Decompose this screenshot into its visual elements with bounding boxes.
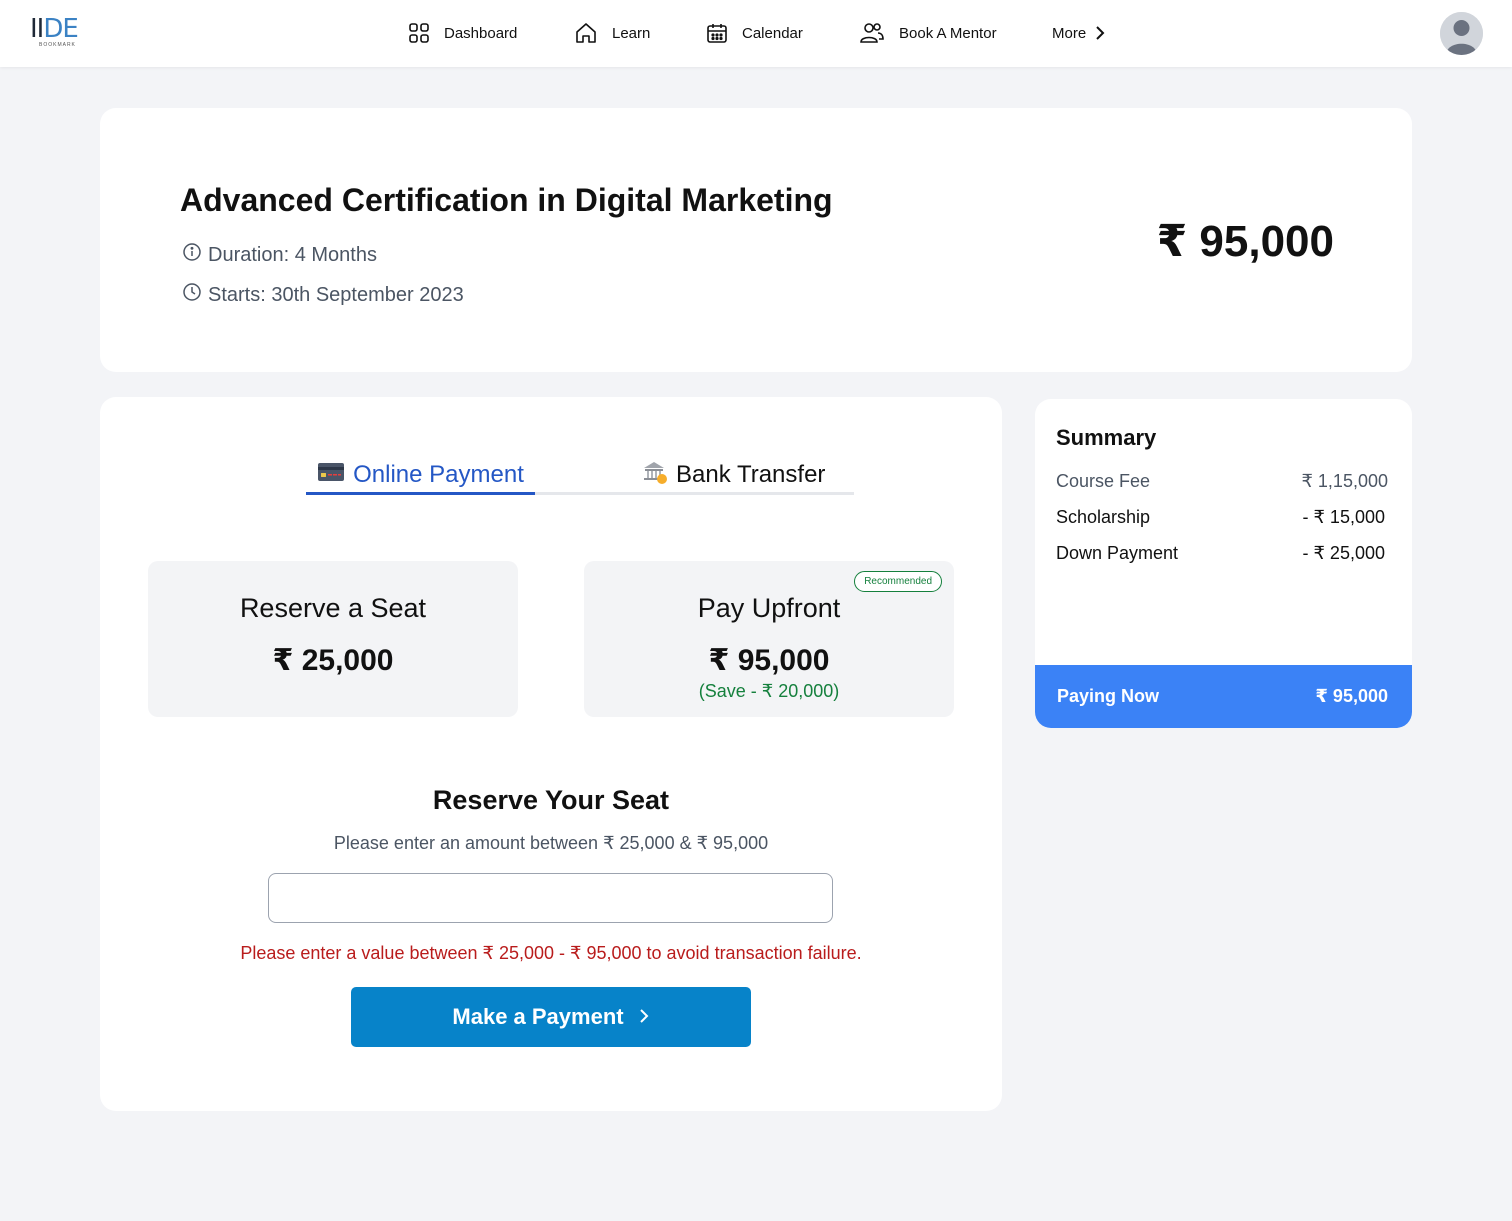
- payment-tabs: Online Payment Bank Transfer: [306, 455, 854, 495]
- top-navbar: IIDE BOOKMARK Dashboard Learn Calendar B…: [0, 0, 1512, 67]
- course-card: Advanced Certification in Digital Market…: [100, 108, 1412, 372]
- recommended-badge: Recommended: [854, 571, 942, 592]
- course-start-text: Starts: 30th September 2023: [208, 283, 464, 306]
- grid-icon: [408, 22, 430, 44]
- summary-row-course-fee: Course Fee ₹ 1,15,000: [1056, 471, 1388, 492]
- nav-label-learn: Learn: [612, 24, 651, 42]
- summary-label: Course Fee: [1056, 471, 1151, 491]
- summary-value: ₹ 1,15,000: [1301, 471, 1388, 491]
- tab-bank-label: Bank Transfer: [676, 461, 826, 488]
- course-price: ₹ 95,000: [1156, 217, 1334, 266]
- logo-wordmark: IIDE: [30, 15, 82, 43]
- home-icon: [574, 21, 598, 45]
- reserve-seat-option[interactable]: Reserve a Seat ₹ 25,000: [148, 561, 518, 717]
- summary-label: Down Payment: [1056, 543, 1179, 563]
- course-duration-text: Duration: 4 Months: [208, 243, 377, 266]
- summary-value: - ₹ 25,000: [1302, 543, 1385, 563]
- logo-wordmark-right: DE: [43, 14, 78, 44]
- nav-label-dashboard: Dashboard: [444, 24, 518, 42]
- paying-now-label: Paying Now: [1057, 686, 1160, 706]
- summary-label: Scholarship: [1056, 507, 1151, 527]
- tab-bank-transfer[interactable]: Bank Transfer: [642, 455, 825, 495]
- iide-logo[interactable]: IIDE BOOKMARK: [30, 15, 82, 49]
- chevron-right-icon: [1094, 26, 1106, 40]
- reserve-seat-price: ₹ 25,000: [272, 644, 394, 677]
- nav-item-dashboard[interactable]: Dashboard: [408, 18, 517, 48]
- summary-card: Summary Course Fee ₹ 1,15,000 Scholarshi…: [1035, 399, 1412, 728]
- nav-label-calendar: Calendar: [742, 24, 803, 42]
- pay-upfront-savings: (Save - ₹ 20,000): [698, 681, 840, 701]
- info-icon: [182, 242, 202, 268]
- nav-item-more[interactable]: More: [1052, 18, 1106, 48]
- pay-upfront-price: ₹ 95,000: [708, 644, 830, 677]
- make-payment-label: Make a Payment: [452, 1004, 624, 1029]
- chevron-right-icon: [638, 1004, 650, 1030]
- nav-item-calendar[interactable]: Calendar: [706, 18, 803, 48]
- summary-row-down-payment: Down Payment - ₹ 25,000: [1056, 543, 1388, 564]
- logo-subtitle: BOOKMARK: [39, 42, 76, 48]
- nav-label-more: More: [1052, 24, 1087, 42]
- reserve-your-seat-heading: Reserve Your Seat: [432, 785, 670, 815]
- course-title: Advanced Certification in Digital Market…: [180, 182, 833, 218]
- calendar-icon: [706, 22, 728, 44]
- summary-row-scholarship: Scholarship - ₹ 15,000: [1056, 507, 1388, 528]
- make-payment-button[interactable]: Make a Payment: [351, 987, 751, 1047]
- pay-upfront-option[interactable]: Recommended Pay Upfront ₹ 95,000 (Save -…: [584, 561, 954, 717]
- nav-label-book-mentor: Book A Mentor: [899, 24, 997, 42]
- course-duration: Duration: 4 Months: [182, 242, 377, 268]
- tab-online-label: Online Payment: [353, 461, 524, 488]
- paying-now-amount: ₹ 95,000: [1315, 686, 1388, 706]
- nav-item-learn[interactable]: Learn: [574, 18, 650, 48]
- summary-value: - ₹ 15,000: [1302, 507, 1385, 527]
- amount-input[interactable]: [268, 873, 833, 923]
- course-start: Starts: 30th September 2023: [182, 282, 464, 308]
- users-icon: [859, 21, 885, 45]
- amount-error-message: Please enter a value between ₹ 25,000 - …: [240, 943, 862, 963]
- user-avatar-icon[interactable]: [1440, 12, 1483, 55]
- logo-wordmark-left: II: [30, 14, 44, 44]
- payment-card: Online Payment Bank Transfer Reserve a S…: [100, 397, 1002, 1111]
- amount-hint: Please enter an amount between ₹ 25,000 …: [333, 833, 769, 853]
- nav-item-book-mentor[interactable]: Book A Mentor: [859, 18, 997, 48]
- summary-title: Summary: [1056, 425, 1157, 450]
- pay-upfront-title: Pay Upfront: [697, 593, 841, 623]
- paying-now-bar: Paying Now ₹ 95,000: [1035, 665, 1412, 728]
- clock-icon: [182, 282, 202, 308]
- credit-card-icon: [317, 461, 345, 489]
- reserve-seat-title: Reserve a Seat: [239, 593, 427, 623]
- tab-online-payment[interactable]: Online Payment: [306, 455, 535, 495]
- bank-icon: [642, 459, 668, 492]
